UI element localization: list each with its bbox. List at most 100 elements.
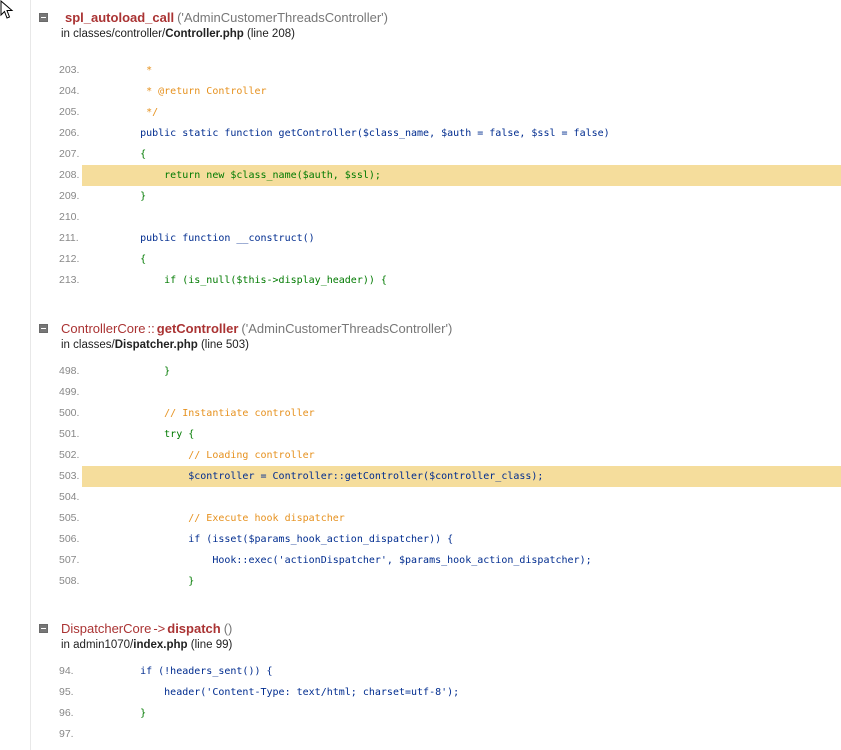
location-file: Dispatcher.php xyxy=(114,339,198,351)
code-line: 507. Hook::exec('actionDispatcher', $par… xyxy=(59,550,841,571)
line-number: 210. xyxy=(59,211,80,223)
frame-function: dispatch xyxy=(167,621,221,636)
line-number: 498. xyxy=(59,365,80,377)
code-line: 212. { xyxy=(59,249,841,270)
frame-location: in classes/controller/Controller.php (li… xyxy=(61,27,295,42)
location-prefix: in xyxy=(61,28,74,40)
location-prefix: in xyxy=(61,339,74,351)
code-line: 498. } xyxy=(59,361,841,382)
line-number: 206. xyxy=(59,127,80,139)
code-text: } xyxy=(116,576,195,587)
line-number: 205. xyxy=(59,106,80,118)
line-number: 208. xyxy=(59,169,80,181)
code-line: 506. if (isset($params_hook_action_dispa… xyxy=(59,529,841,550)
location-line: (line 503) xyxy=(197,339,249,351)
frame-location: in classes/Dispatcher.php (line 503) xyxy=(61,338,249,353)
line-number: 506. xyxy=(59,533,80,545)
code-line: 501. try { xyxy=(59,424,841,445)
code-line: 205. */ xyxy=(59,102,841,123)
code-text: */ xyxy=(116,107,159,118)
location-dir: admin1070/ xyxy=(73,639,134,651)
code-line: 207. { xyxy=(59,144,841,165)
stack-frame: spl_autoload_call ('AdminCustomerThreadsC… xyxy=(31,0,841,286)
stack-frame: DispatcherCore -> dispatch() in admin1070/… xyxy=(31,611,841,740)
code-text: public function __construct() xyxy=(116,233,315,244)
code-line: 96. } xyxy=(59,703,841,724)
code-text: if (isset($params_hook_action_dispatcher… xyxy=(116,534,454,545)
code-text: * xyxy=(116,65,153,76)
frame-signature: ControllerCore:: getController ('AdminCust… xyxy=(61,321,452,337)
frame-header: ControllerCore:: getController ('AdminCust… xyxy=(31,311,841,355)
line-number: 203. xyxy=(59,64,80,76)
code-line: 213. if (is_null($this->display_header))… xyxy=(59,270,841,291)
line-number: 213. xyxy=(59,274,80,286)
code-text: // Instantiate controller xyxy=(116,408,315,419)
code-block: 203. * 204. * @return Controller 205. */20… xyxy=(59,60,841,291)
code-line: 499. xyxy=(59,382,841,403)
line-number: 207. xyxy=(59,148,80,160)
frame-class: ControllerCore xyxy=(61,321,146,336)
frame-signature: DispatcherCore -> dispatch() xyxy=(61,621,232,637)
code-line: 210. xyxy=(59,207,841,228)
code-text: // Loading controller xyxy=(116,450,315,461)
frame-location: in admin1070/index.php (line 99) xyxy=(61,638,232,653)
highlighted-code-line: 208. return new $class_name($auth, $ssl)… xyxy=(59,165,841,186)
frame-class: DispatcherCore xyxy=(61,621,152,636)
location-prefix: in xyxy=(61,639,74,651)
frame-signature: spl_autoload_call ('AdminCustomerThreadsC… xyxy=(61,10,388,26)
code-line: 502. // Loading controller xyxy=(59,445,841,466)
line-number: 503. xyxy=(59,470,80,482)
code-text: { xyxy=(116,254,147,265)
frame-function: getController xyxy=(156,321,239,336)
code-line: 508. } xyxy=(59,571,841,592)
code-line: 500. // Instantiate controller xyxy=(59,403,841,424)
collapse-minus-icon[interactable] xyxy=(39,624,48,633)
code-text: } xyxy=(116,191,147,202)
collapse-minus-icon[interactable] xyxy=(39,13,48,22)
code-line: 97. xyxy=(59,724,841,745)
line-number: 94. xyxy=(59,665,74,677)
line-number: 211. xyxy=(59,232,79,244)
code-text: if (!headers_sent()) { xyxy=(116,666,273,677)
code-text: return new $class_name($auth, $ssl); xyxy=(116,170,381,181)
frame-header: DispatcherCore -> dispatch() in admin1070/… xyxy=(31,611,841,655)
line-number: 209. xyxy=(59,190,80,202)
code-line: 504. xyxy=(59,487,841,508)
code-line: 204. * @return Controller xyxy=(59,81,841,102)
line-number: 96. xyxy=(59,707,74,719)
code-line: 203. * xyxy=(59,60,841,81)
code-text: $controller = Controller::getController(… xyxy=(116,471,544,482)
code-block: 94. if (!headers_sent()) {95. header('Co… xyxy=(59,661,841,745)
line-number: 499. xyxy=(59,386,80,398)
code-text: public static function getController($cl… xyxy=(116,128,610,139)
location-line: (line 99) xyxy=(187,639,233,651)
code-block: 498. } 499. 500. // Instantiate controller… xyxy=(59,361,841,592)
code-line: 505. // Execute hook dispatcher xyxy=(59,508,841,529)
line-number: 212. xyxy=(59,253,80,265)
frame-operator: :: xyxy=(147,321,155,336)
location-dir: classes/controller/ xyxy=(73,28,166,40)
frame-args: ('AdminCustomerThreadsController') xyxy=(177,10,388,25)
frame-function: spl_autoload_call xyxy=(65,10,175,25)
location-file: Controller.php xyxy=(165,28,244,40)
line-number: 95. xyxy=(59,686,74,698)
location-dir: classes/ xyxy=(73,339,115,351)
line-number: 504. xyxy=(59,491,80,503)
line-number: 97. xyxy=(59,728,74,740)
highlighted-code-line: 503. $controller = Controller::getContro… xyxy=(59,466,841,487)
frame-args: ('AdminCustomerThreadsController') xyxy=(241,321,453,336)
line-number: 508. xyxy=(59,575,80,587)
code-line: 94. if (!headers_sent()) { xyxy=(59,661,841,682)
frame-header: spl_autoload_call ('AdminCustomerThreadsC… xyxy=(31,0,841,44)
code-text: try { xyxy=(116,429,195,440)
frame-operator: -> xyxy=(153,621,166,636)
code-text: // Execute hook dispatcher xyxy=(116,513,345,524)
code-text: * @return Controller xyxy=(116,86,267,97)
code-text: { xyxy=(116,149,147,160)
line-number: 204. xyxy=(59,85,80,97)
code-line: 209. } xyxy=(59,186,841,207)
location-line: (line 208) xyxy=(243,28,295,40)
code-line: 206. public static function getControlle… xyxy=(59,123,841,144)
line-number: 500. xyxy=(59,407,80,419)
collapse-minus-icon[interactable] xyxy=(39,324,48,333)
